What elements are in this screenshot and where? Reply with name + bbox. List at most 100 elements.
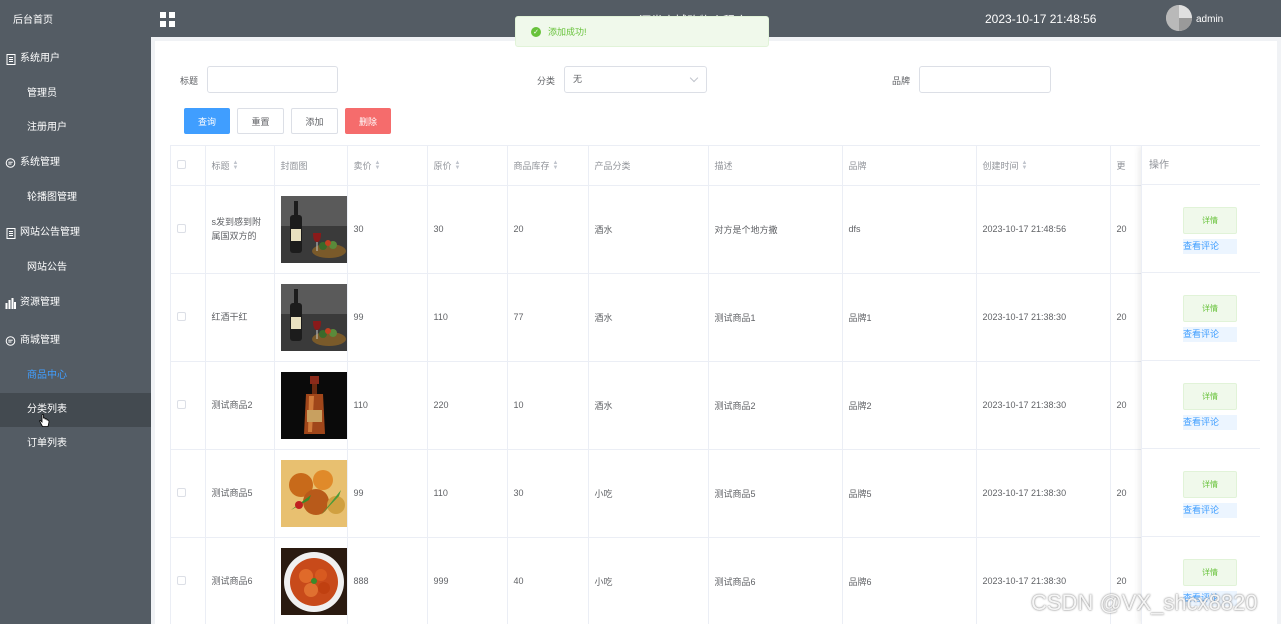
cell-original-price: 30 xyxy=(427,185,508,274)
column-header[interactable]: 标题 ▲ ▼ xyxy=(205,146,275,186)
header-label: 标题 xyxy=(211,160,230,171)
sort-icon[interactable]: ▲ ▼ xyxy=(233,160,239,171)
column-header[interactable]: 商品库存 ▲ ▼ xyxy=(507,146,589,186)
row-checkbox[interactable] xyxy=(177,575,186,585)
table-row: s发到感到附属国双方的 30 30 20 酒水 对方是个地方撒 dfs 2023… xyxy=(171,185,1260,274)
cell-created: 2023-10-17 21:38:30 xyxy=(976,361,1111,450)
sidebar-group-label: 系统用户 xyxy=(20,53,60,64)
table-row: 测试商品5 99 110 30 小吃 测试商品5 品牌5 2023-10-17 … xyxy=(171,449,1260,538)
cell-brand: 品牌5 xyxy=(842,449,977,538)
row-checkbox[interactable] xyxy=(177,487,186,497)
header-label: 封面图 xyxy=(280,160,308,171)
category-select[interactable]: 无 xyxy=(564,66,707,93)
document-icon xyxy=(5,53,16,65)
menu-grid-icon[interactable] xyxy=(160,12,175,27)
column-header[interactable]: 创建时间 ▲ ▼ xyxy=(976,146,1111,186)
sidebar-group-label: 系统管理 xyxy=(20,157,60,168)
sidebar-item-admins[interactable]: 管理员 xyxy=(0,77,151,111)
detail-button[interactable]: 详情 xyxy=(1183,295,1237,322)
cell-cover xyxy=(274,361,348,450)
cell-original-price: 110 xyxy=(427,449,508,538)
username[interactable]: admin xyxy=(1196,14,1223,25)
header-label: 产品分类 xyxy=(594,160,631,171)
sort-icon[interactable]: ▲ ▼ xyxy=(1022,160,1028,171)
view-comments-button[interactable]: 查看评论 xyxy=(1183,415,1237,430)
column-header: 封面图 xyxy=(274,146,348,186)
reset-button[interactable]: 重置 xyxy=(237,108,284,134)
column-header: 品牌 xyxy=(842,146,977,186)
column-header: 产品分类 xyxy=(588,146,709,186)
detail-button[interactable]: 详情 xyxy=(1183,207,1237,234)
operations-cell: 详情 查看评论 xyxy=(1142,185,1260,273)
detail-button[interactable]: 详情 xyxy=(1183,383,1237,410)
row-checkbox[interactable] xyxy=(177,399,186,409)
avatar[interactable] xyxy=(1166,5,1192,31)
sidebar-item-category-list[interactable]: 分类列表 xyxy=(0,393,151,427)
cell-stock: 40 xyxy=(507,537,589,624)
column-header[interactable]: 卖价 ▲ ▼ xyxy=(347,146,428,186)
sidebar-group-mall[interactable]: 商城管理 xyxy=(0,323,151,359)
query-button[interactable]: 查询 xyxy=(184,108,230,134)
cell-price: 110 xyxy=(347,361,428,450)
delete-button[interactable]: 删除 xyxy=(345,108,391,134)
cell-category: 酒水 xyxy=(588,361,709,450)
category-filter-label: 分类 xyxy=(537,76,556,86)
header-clock: 2023-10-17 21:48:56 xyxy=(985,12,1097,26)
brand-search-input[interactable] xyxy=(919,66,1051,93)
watermark: CSDN @VX_shcx8820 xyxy=(1031,590,1258,615)
sidebar-item-site-announcement[interactable]: 网站公告 xyxy=(0,251,151,285)
sidebar-group-resources[interactable]: 资源管理 xyxy=(0,285,151,321)
sidebar-group-system-management[interactable]: 系统管理 xyxy=(0,145,151,181)
view-comments-button[interactable]: 查看评论 xyxy=(1183,239,1237,254)
cell-price: 99 xyxy=(347,273,428,362)
cell-original-price: 220 xyxy=(427,361,508,450)
cell-brand: 品牌2 xyxy=(842,361,977,450)
row-checkbox[interactable] xyxy=(177,223,186,233)
sidebar-item-product-center[interactable]: 商品中心 xyxy=(0,359,151,393)
sidebar-item-carousel[interactable]: 轮播图管理 xyxy=(0,181,151,215)
title-search-input[interactable] xyxy=(207,66,338,93)
category-select-value: 无 xyxy=(573,74,583,84)
detail-button[interactable]: 详情 xyxy=(1183,559,1237,586)
sidebar-group-announcements[interactable]: 网站公告管理 xyxy=(0,215,151,251)
view-comments-button[interactable]: 查看评论 xyxy=(1183,503,1237,518)
sidebar-group-label: 商城管理 xyxy=(20,335,60,346)
table-row: 测试商品2 110 220 10 酒水 测试商品2 品牌2 2023-10-17… xyxy=(171,361,1260,450)
sidebar-group-system-users[interactable]: 系统用户 xyxy=(0,41,151,77)
cell-category: 酒水 xyxy=(588,185,709,274)
wine-bottle-image xyxy=(280,195,346,263)
select-all-checkbox[interactable] xyxy=(177,159,186,169)
select-all-cell[interactable] xyxy=(171,146,206,186)
cell-title: 测试商品5 xyxy=(205,449,275,538)
cell-price: 30 xyxy=(347,185,428,274)
sort-icon[interactable]: ▲ ▼ xyxy=(553,160,559,171)
sidebar-item-order-list[interactable]: 订单列表 xyxy=(0,427,151,461)
cell-title: 测试商品6 xyxy=(205,537,275,624)
cell-stock: 20 xyxy=(507,185,589,274)
cell-price: 888 xyxy=(347,537,428,624)
cell-stock: 77 xyxy=(507,273,589,362)
cell-cover xyxy=(274,537,348,624)
cell-category: 小吃 xyxy=(588,449,709,538)
hand-cursor-icon xyxy=(39,409,50,443)
header-label: 更 xyxy=(1116,160,1126,171)
column-header: 描述 xyxy=(708,146,843,186)
column-header[interactable]: 原价 ▲ ▼ xyxy=(427,146,508,186)
add-button[interactable]: 添加 xyxy=(291,108,338,134)
sort-icon[interactable]: ▲ ▼ xyxy=(455,160,461,171)
cell-description: 测试商品5 xyxy=(708,449,843,538)
sidebar-item-home[interactable]: 后台首页 xyxy=(0,0,151,40)
product-table: 标题 ▲ ▼ 封面图 卖价 ▲ ▼ 原价 ▲ ▼ 商品库存 ▲ ▼ 产品分类 描述 品牌 创建时… xyxy=(170,145,1260,624)
check-circle-icon: ✓ xyxy=(531,26,541,37)
sort-icon[interactable]: ▲ ▼ xyxy=(375,160,381,171)
cell-stock: 10 xyxy=(507,361,589,450)
sidebar-item-registered-users[interactable]: 注册用户 xyxy=(0,111,151,145)
row-checkbox[interactable] xyxy=(177,311,186,321)
success-toast: ✓ 添加成功! xyxy=(515,16,769,47)
view-comments-button[interactable]: 查看评论 xyxy=(1183,327,1237,342)
chevron-down-icon xyxy=(689,73,699,83)
detail-button[interactable]: 详情 xyxy=(1183,471,1237,498)
cell-brand: 品牌1 xyxy=(842,273,977,362)
operations-cell: 详情 查看评论 xyxy=(1142,273,1260,361)
cell-brand: 品牌6 xyxy=(842,537,977,624)
